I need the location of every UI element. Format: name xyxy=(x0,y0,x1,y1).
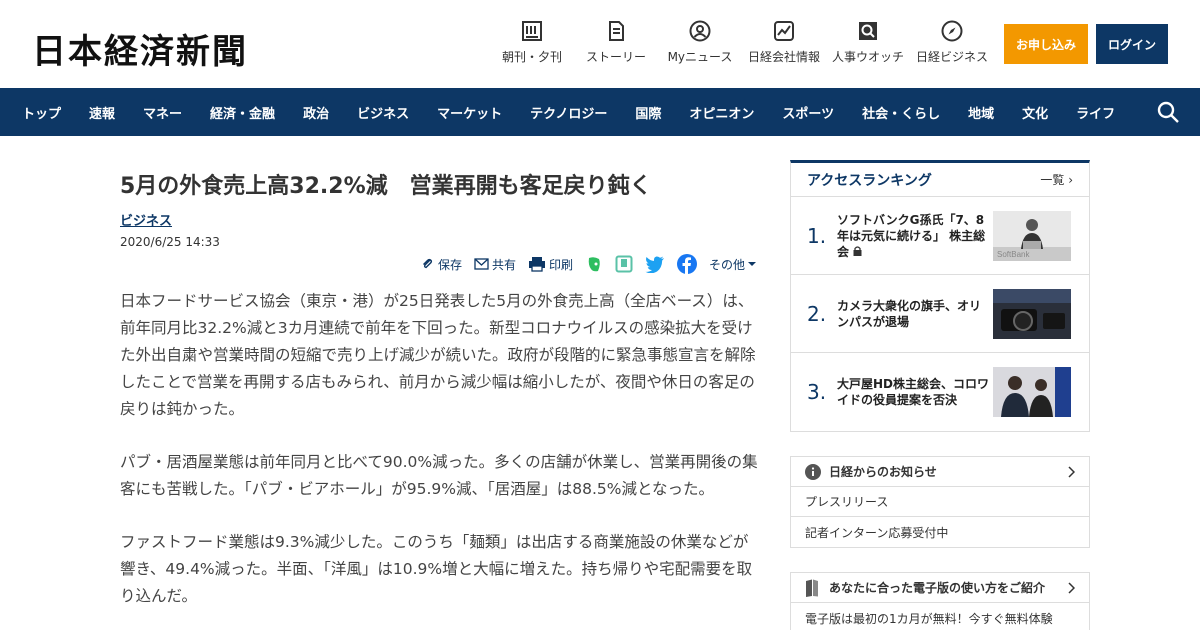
nav-item-opinion[interactable]: オピニオン xyxy=(675,103,768,122)
header-nav-jinji[interactable]: 人事ウオッチ xyxy=(826,20,910,65)
header-nav: 朝刊・夕刊 ストーリー Myニュース 日経会社情報 人事ウオッチ 日経ビジネス xyxy=(490,20,994,65)
nav-item-politics[interactable]: 政治 xyxy=(289,103,343,122)
bookmark-app-icon[interactable] xyxy=(615,255,633,273)
apply-button[interactable]: お申し込み xyxy=(1004,24,1088,64)
notice-link[interactable]: プレスリリース xyxy=(791,487,1089,517)
nav-item-technology[interactable]: テクノロジー xyxy=(516,103,621,122)
guide-header[interactable]: あなたに合った電子版の使い方をご紹介 xyxy=(791,573,1089,603)
chevron-right-icon xyxy=(1068,466,1075,478)
search-icon[interactable] xyxy=(1156,100,1180,124)
save-button[interactable]: 保存 xyxy=(421,256,462,273)
article-category-link[interactable]: ビジネス xyxy=(120,210,172,229)
nav-item-international[interactable]: 国際 xyxy=(621,103,675,122)
article-body: 日本フードサービス協会（東京・港）が25日発表した5月の外食売上高（全店ベース）… xyxy=(120,288,760,630)
evernote-icon[interactable] xyxy=(585,255,603,273)
facebook-icon[interactable] xyxy=(676,254,697,274)
printer-icon xyxy=(528,257,545,272)
login-button[interactable]: ログイン xyxy=(1096,24,1168,64)
header-nav-mynews[interactable]: Myニュース xyxy=(658,20,742,65)
rank-title: 大戸屋HD株主総会、コロワイドの役員提案を否決 xyxy=(837,377,990,407)
article-headline: 5月の外食売上高32.2%減 営業再開も客足戻り鈍く xyxy=(120,174,652,199)
rank-title: カメラ大衆化の旗手、オリンパスが退場 xyxy=(837,298,982,329)
nav-item-market[interactable]: マーケット xyxy=(423,103,516,122)
rank-title: ソフトバンクG孫氏「7、8年は元気に続ける」 株主総会 xyxy=(837,212,986,259)
site-header: 日本経済新聞 朝刊・夕刊 ストーリー Myニュース 日経会社情報 人事ウオッチ … xyxy=(0,0,1200,88)
digital-guide: あなたに合った電子版の使い方をご紹介 電子版は最初の1カ月が無料！今すぐ無料体験 xyxy=(790,572,1090,630)
caret-down-icon xyxy=(748,262,756,266)
nikkei-notice: 日経からのお知らせ プレスリリース 記者インターン応募受付中 xyxy=(790,456,1090,548)
notice-header[interactable]: 日経からのお知らせ xyxy=(791,457,1089,487)
newspaper-icon xyxy=(522,21,542,41)
article-paragraph: 日本フードサービス協会（東京・港）が25日発表した5月の外食売上高（全店ベース）… xyxy=(120,292,756,418)
article: 5月の外食売上高32.2%減 営業再開も客足戻り鈍く ビジネス 2020/6/2… xyxy=(120,160,760,605)
access-ranking: アクセスランキング 一覧 › 1. ソフトバンクG孫氏「7、8年は元気に続ける」… xyxy=(790,160,1090,432)
nav-item-society[interactable]: 社会・くらし xyxy=(848,103,954,122)
document-icon xyxy=(609,21,624,41)
rank-number: 3. xyxy=(807,380,827,404)
nav-item-region[interactable]: 地域 xyxy=(954,103,1008,122)
nav-item-money[interactable]: マネー xyxy=(129,103,196,122)
ranking-title: アクセスランキング xyxy=(807,172,932,189)
ranking-thumbnail-image xyxy=(993,288,1071,339)
ranking-header: アクセスランキング 一覧 › xyxy=(791,163,1089,197)
nav-item-culture[interactable]: 文化 xyxy=(1008,103,1062,122)
mail-icon xyxy=(474,258,489,270)
share-button[interactable]: 共有 xyxy=(474,256,516,273)
article-tools: 保存 共有 印刷 その他 xyxy=(421,254,756,274)
paperclip-icon xyxy=(422,258,433,269)
header-nav-paper[interactable]: 朝刊・夕刊 xyxy=(490,20,574,65)
ranking-item[interactable]: 3. 大戸屋HD株主総会、コロワイドの役員提案を否決 xyxy=(791,353,1089,431)
svg-text:SoftBank: SoftBank xyxy=(997,250,1030,259)
twitter-icon[interactable] xyxy=(645,255,665,273)
main-nav: トップ 速報 マネー 経済・金融 政治 ビジネス マーケット テクノロジー 国際… xyxy=(0,88,1200,136)
header-nav-company[interactable]: 日経会社情報 xyxy=(742,20,826,65)
article-paragraph: ファストフード業態は9.3%減少した。このうち「麺類」は出店する商業施設の休業な… xyxy=(120,533,753,605)
notice-link[interactable]: 記者インターン応募受付中 xyxy=(791,517,1089,547)
chevron-right-icon: › xyxy=(1068,173,1073,187)
header-nav-business[interactable]: 日経ビジネス xyxy=(910,20,994,65)
ranking-item[interactable]: 2. カメラ大衆化の旗手、オリンパスが退場 xyxy=(791,275,1089,353)
print-button[interactable]: 印刷 xyxy=(528,256,573,273)
user-icon xyxy=(689,20,711,42)
nav-item-top[interactable]: トップ xyxy=(8,103,75,122)
nav-item-life[interactable]: ライフ xyxy=(1062,103,1129,122)
rank-number: 1. xyxy=(807,223,827,248)
ranking-thumbnail-image: SoftBank xyxy=(993,210,1071,261)
search-person-icon xyxy=(859,22,877,40)
lock-icon xyxy=(853,245,862,256)
chevron-right-icon xyxy=(1068,582,1075,594)
chart-icon xyxy=(774,21,794,41)
article-paragraph: パブ・居酒屋業態は前年同月と比べて90.0%減った。多くの店舗が休業し、営業再開… xyxy=(120,453,758,498)
rank-number: 2. xyxy=(807,301,827,326)
site-logo[interactable]: 日本経済新聞 xyxy=(32,24,248,73)
compass-icon xyxy=(941,20,963,42)
nav-item-economy[interactable]: 経済・金融 xyxy=(196,103,289,122)
ranking-more-link[interactable]: 一覧 › xyxy=(1040,171,1073,188)
guide-link[interactable]: 電子版は最初の1カ月が無料！今すぐ無料体験 xyxy=(791,603,1089,630)
nav-item-business[interactable]: ビジネス xyxy=(343,103,423,122)
ranking-thumbnail-image xyxy=(993,367,1071,417)
nav-item-sports[interactable]: スポーツ xyxy=(768,103,848,122)
article-date: 2020/6/25 14:33 xyxy=(120,235,220,249)
info-icon xyxy=(805,463,821,480)
book-icon xyxy=(806,579,818,597)
header-nav-story[interactable]: ストーリー xyxy=(574,20,658,65)
nav-item-breaking[interactable]: 速報 xyxy=(75,103,129,122)
ranking-item[interactable]: 1. ソフトバンクG孫氏「7、8年は元気に続ける」 株主総会 SoftBank xyxy=(791,197,1089,275)
more-share-button[interactable]: その他 xyxy=(709,256,756,273)
